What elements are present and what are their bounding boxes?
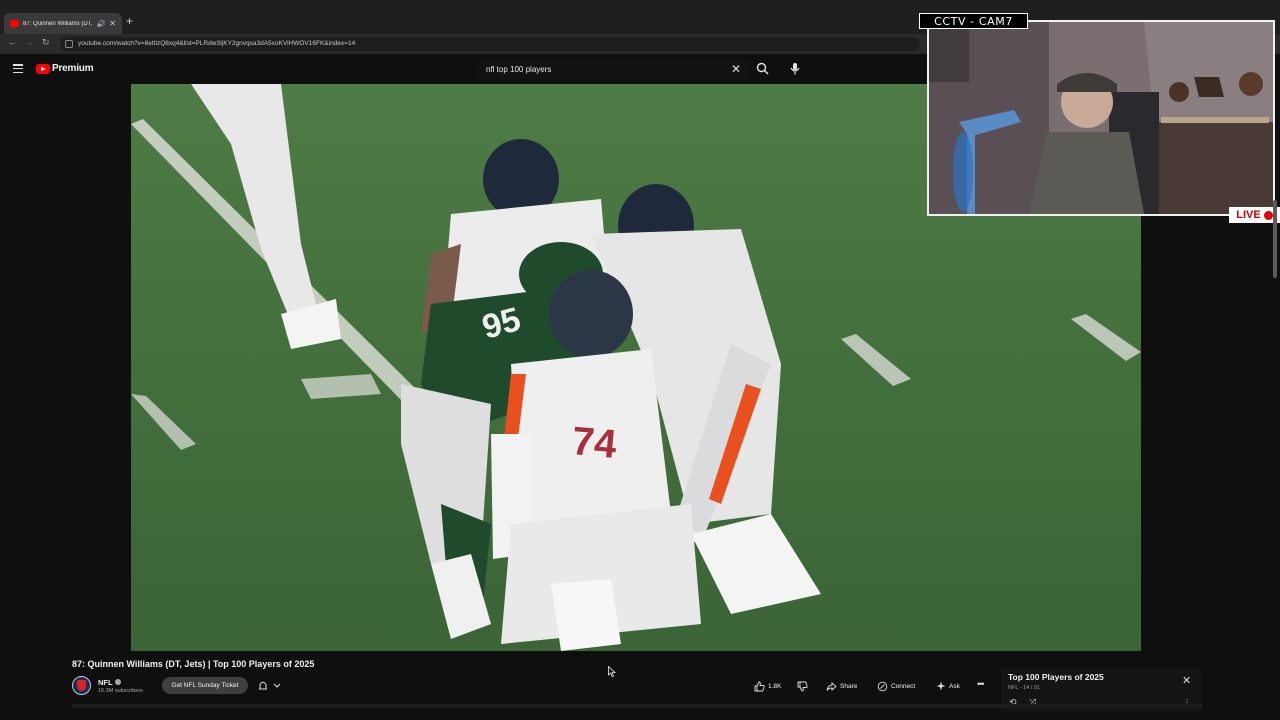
wall-mount bbox=[1169, 82, 1189, 102]
sparkle-icon bbox=[936, 681, 946, 691]
connect-button[interactable]: Connect bbox=[877, 678, 915, 694]
thumbs-up-icon bbox=[754, 681, 765, 691]
speaker-icon[interactable]: 🔊 bbox=[97, 20, 106, 28]
subscriber-count: 16.3M subscribers bbox=[98, 688, 143, 694]
content-divider bbox=[72, 704, 1202, 708]
shelf bbox=[1161, 117, 1269, 123]
search-input[interactable]: nfl top 100 players ✕ bbox=[478, 59, 750, 79]
player-helmet bbox=[549, 270, 633, 358]
new-tab-icon[interactable]: + bbox=[126, 14, 133, 28]
mouse-cursor-icon bbox=[608, 664, 617, 682]
webcam-overlay bbox=[927, 20, 1275, 216]
share-label: Share bbox=[840, 682, 858, 690]
dislike-button[interactable] bbox=[797, 678, 808, 694]
search-query: nfl top 100 players bbox=[486, 65, 552, 74]
player-cleat bbox=[551, 579, 621, 651]
hoodie bbox=[1029, 132, 1144, 214]
connect-icon bbox=[877, 681, 888, 691]
search-button[interactable] bbox=[753, 59, 773, 79]
channel-avatar[interactable] bbox=[72, 676, 91, 695]
tab-title: 87: Quinnen Williams (DT, ... bbox=[23, 20, 93, 27]
ask-button[interactable]: Ask bbox=[936, 678, 960, 694]
voice-search-button[interactable] bbox=[784, 59, 806, 79]
playlist-position: NFL - 14 / 91 bbox=[1008, 685, 1040, 691]
connect-label: Connect bbox=[891, 682, 916, 690]
playlist-close-icon[interactable]: ✕ bbox=[1182, 674, 1191, 687]
live-dot-icon bbox=[1263, 210, 1273, 220]
share-button[interactable]: Share bbox=[826, 678, 857, 694]
forward-arrow-icon[interactable]: → bbox=[25, 37, 34, 47]
like-button[interactable]: 1.8K bbox=[754, 678, 781, 694]
live-label: LIVE bbox=[1236, 209, 1261, 221]
logo-premium-label[interactable]: Premium bbox=[52, 63, 94, 74]
address-bar-url: youtube.com/watch?v=8etIlzQ8xq4&list=PLR… bbox=[78, 40, 356, 47]
sunday-ticket-button[interactable]: Get NFL Sunday Ticket bbox=[162, 677, 248, 694]
webcam-feed bbox=[929, 22, 1273, 214]
ask-label: Ask bbox=[949, 682, 960, 690]
camera-label: CCTV - CAM7 bbox=[919, 13, 1028, 29]
like-count: 1.8K bbox=[768, 682, 782, 690]
subscription-bell-button[interactable] bbox=[256, 679, 286, 692]
browser-tab-active[interactable]: 87: Quinnen Williams (DT, ... 🔊 ✕ bbox=[4, 13, 122, 34]
microphone-icon bbox=[790, 63, 800, 75]
wall-mount bbox=[1194, 77, 1224, 97]
page-scrollbar[interactable] bbox=[1273, 200, 1277, 278]
video-title: 87: Quinnen Williams (DT, Jets) | Top 10… bbox=[72, 659, 315, 669]
site-info-icon[interactable] bbox=[65, 40, 73, 48]
wall-mount bbox=[1239, 72, 1263, 96]
thumbs-down-icon bbox=[797, 681, 808, 691]
address-bar[interactable]: youtube.com/watch?v=8etIlzQ8xq4&list=PLR… bbox=[60, 37, 920, 51]
menu-icon[interactable] bbox=[13, 64, 23, 74]
tab-close-icon[interactable]: ✕ bbox=[109, 19, 116, 28]
clear-search-icon[interactable]: ✕ bbox=[731, 62, 741, 76]
channel-name[interactable]: NFL bbox=[98, 678, 113, 687]
youtube-logo-icon[interactable] bbox=[36, 64, 50, 74]
share-icon bbox=[826, 681, 837, 691]
search-icon bbox=[756, 62, 769, 75]
jersey-number: 74 bbox=[570, 419, 619, 467]
playlist-title[interactable]: Top 100 Players of 2025 bbox=[1008, 672, 1104, 682]
more-actions-icon[interactable]: ••• bbox=[977, 679, 985, 689]
couch bbox=[1159, 122, 1273, 214]
back-arrow-icon[interactable]: ← bbox=[8, 37, 17, 47]
bell-icon bbox=[259, 681, 281, 690]
rgb-light bbox=[953, 132, 973, 212]
reload-icon[interactable]: ↻ bbox=[42, 37, 50, 48]
verified-icon bbox=[115, 679, 121, 685]
youtube-favicon-icon bbox=[10, 20, 19, 27]
